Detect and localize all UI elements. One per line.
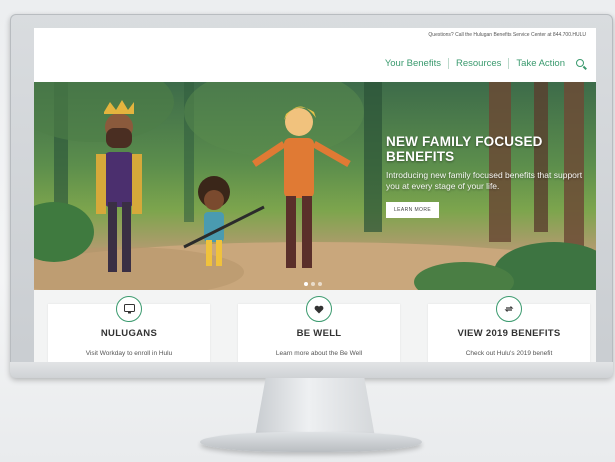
search-icon[interactable]	[576, 59, 584, 67]
card-description: Learn more about the Be Well	[275, 350, 363, 357]
card-be-well[interactable]: BE WELL Learn more about the Be Well	[238, 296, 400, 372]
hero-text-block: NEW FAMILY FOCUSED BENEFITS Introducing …	[386, 134, 586, 218]
card-title: VIEW 2019 BENEFITS	[457, 328, 561, 339]
monitor-frame: Questions? Call the Hulugan Benefits Ser…	[10, 14, 613, 378]
card-description: Check out Hulu's 2019 benefit	[465, 350, 553, 357]
carousel-dot[interactable]	[318, 282, 322, 286]
monitor-stand-neck	[255, 378, 375, 436]
card-description: Visit Workday to enroll in Hulu	[85, 350, 173, 357]
card-title: BE WELL	[296, 328, 342, 339]
refresh-icon	[496, 296, 522, 322]
carousel-dot[interactable]	[311, 282, 315, 286]
monitor-stand-base	[200, 432, 422, 452]
carousel-dot[interactable]	[304, 282, 308, 286]
hero-subtitle: Introducing new family focused benefits …	[386, 170, 583, 191]
carousel-dots	[304, 282, 322, 286]
feature-cards: NULUGANS Visit Workday to enroll in Hulu…	[34, 290, 596, 372]
top-info-bar: Questions? Call the Hulugan Benefits Ser…	[34, 28, 596, 44]
card-nulugans[interactable]: NULUGANS Visit Workday to enroll in Hulu	[48, 296, 210, 372]
nav-resources[interactable]: Resources	[449, 57, 510, 69]
hero-banner: NEW FAMILY FOCUSED BENEFITS Introducing …	[34, 82, 596, 290]
card-view-2019-benefits[interactable]: VIEW 2019 BENEFITS Check out Hulu's 2019…	[428, 296, 590, 372]
main-nav: Your Benefits Resources Take Action	[34, 44, 596, 82]
monitor-icon	[116, 296, 142, 322]
website-screen: Questions? Call the Hulugan Benefits Ser…	[34, 28, 596, 372]
nav-take-action[interactable]: Take Action	[509, 58, 572, 69]
service-center-text: Questions? Call the Hulugan Benefits Ser…	[428, 32, 586, 38]
heart-icon	[306, 296, 332, 322]
learn-more-button[interactable]: LEARN MORE	[386, 202, 440, 218]
hero-title: NEW FAMILY FOCUSED BENEFITS	[386, 134, 543, 164]
card-title: NULUGANS	[100, 328, 158, 339]
nav-your-benefits[interactable]: Your Benefits	[378, 57, 449, 69]
